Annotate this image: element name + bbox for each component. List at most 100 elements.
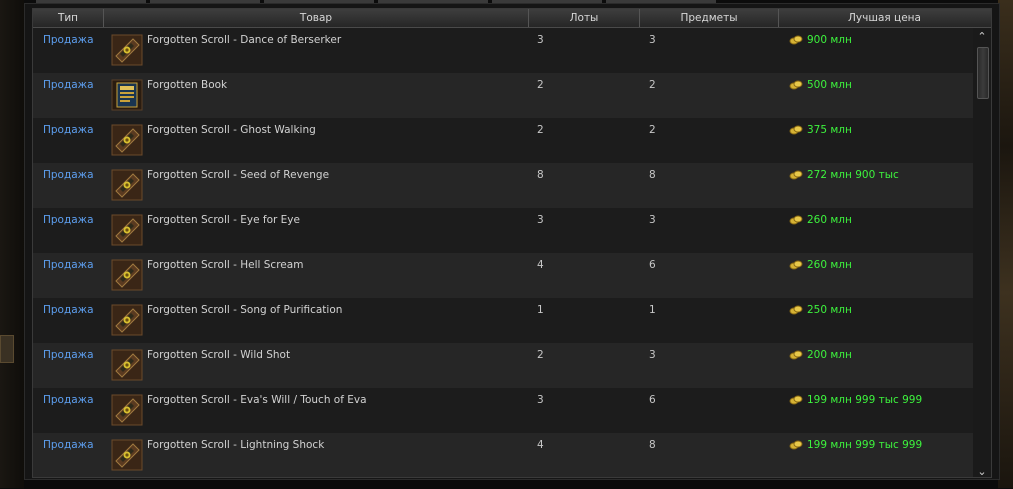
scroll-icon [111, 169, 143, 201]
lots-count: 3 [537, 34, 544, 46]
scrollbar[interactable]: ⌃ ⌄ [975, 28, 989, 478]
items-count: 3 [649, 214, 656, 226]
item-name: Forgotten Scroll - Ghost Walking [147, 124, 316, 136]
items-count: 3 [649, 34, 656, 46]
listing-type-link[interactable]: Продажа [43, 79, 94, 92]
scroll-icon [111, 439, 143, 471]
scrollbar-track[interactable] [978, 45, 986, 463]
price-value: 900 млн [807, 34, 852, 46]
lots-count: 2 [537, 349, 544, 361]
items-count: 8 [649, 439, 656, 451]
column-header-items[interactable]: Предметы [640, 9, 779, 27]
adena-coin-icon [789, 395, 803, 409]
scroll-icon [111, 349, 143, 381]
price-value: 250 млн [807, 304, 852, 316]
lots-count: 4 [537, 259, 544, 271]
auction-panel: Тип Товар Лоты Предметы Лучшая цена Прод… [24, 3, 1000, 480]
listing-type-link[interactable]: Продажа [43, 169, 94, 182]
adena-coin-icon [789, 260, 803, 274]
column-header-lots[interactable]: Лоты [529, 9, 640, 27]
book-icon [111, 79, 143, 111]
items-count: 3 [649, 349, 656, 361]
lots-count: 3 [537, 394, 544, 406]
table-row[interactable]: Продажа Forgotten Scroll - Lightning Shoc… [33, 433, 973, 477]
lots-count: 2 [537, 124, 544, 136]
item-name: Forgotten Scroll - Eva's Will / Touch of… [147, 394, 367, 406]
item-name: Forgotten Scroll - Seed of Revenge [147, 169, 330, 181]
listing-type-link[interactable]: Продажа [43, 304, 94, 317]
chevron-down-icon[interactable]: ⌄ [975, 466, 989, 478]
price-value: 260 млн [807, 214, 852, 226]
item-name: Forgotten Scroll - Lightning Shock [147, 439, 325, 451]
background-left [0, 0, 24, 488]
table-row[interactable]: Продажа Forgotten Scroll - Ghost Walking 2… [33, 118, 973, 163]
best-price: 375 млн [789, 124, 852, 139]
best-price: 500 млн [789, 79, 852, 94]
price-value: 375 млн [807, 124, 852, 136]
listing-type-link[interactable]: Продажа [43, 439, 94, 452]
lots-count: 1 [537, 304, 544, 316]
scroll-icon [111, 214, 143, 246]
table-row[interactable]: Продажа Forgotten Scroll - Hell Scream 4 6 2… [33, 253, 973, 298]
decor-ornament [0, 335, 14, 363]
listing-type-link[interactable]: Продажа [43, 394, 94, 407]
column-header-item[interactable]: Товар [104, 9, 529, 27]
lots-count: 3 [537, 214, 544, 226]
items-count: 6 [649, 259, 656, 271]
price-value: 199 млн 999 тыс 999 [807, 394, 923, 406]
lots-count: 8 [537, 169, 544, 181]
table-row[interactable]: Продажа Forgotten Scroll - Dance of Berse… [33, 28, 973, 73]
price-value: 500 млн [807, 79, 852, 91]
scroll-icon [111, 394, 143, 426]
scroll-icon [111, 124, 143, 156]
scroll-icon [111, 34, 143, 66]
price-value: 260 млн [807, 259, 852, 271]
items-count: 1 [649, 304, 656, 316]
item-name: Forgotten Book [147, 79, 228, 91]
chevron-up-icon[interactable]: ⌃ [975, 31, 989, 43]
best-price: 272 млн 900 тыс [789, 169, 899, 184]
table-row[interactable]: Продажа Forgotten Scroll - Seed of Reveng… [33, 163, 973, 208]
scroll-icon [111, 304, 143, 336]
price-value: 199 млн 999 тыс 999 [807, 439, 923, 451]
table-row[interactable]: Продажа Forgotten Scroll - Wild Shot 2 3 200… [33, 343, 973, 388]
listing-type-link[interactable]: Продажа [43, 214, 94, 227]
adena-coin-icon [789, 170, 803, 184]
scroll-icon [111, 259, 143, 291]
best-price: 200 млн [789, 349, 852, 364]
listing-type-link[interactable]: Продажа [43, 259, 94, 272]
price-value: 200 млн [807, 349, 852, 361]
table-row[interactable]: Продажа Forgotten Scroll - Song of Purifi… [33, 298, 973, 343]
listing-type-link[interactable]: Продажа [43, 34, 94, 47]
adena-coin-icon [789, 35, 803, 49]
item-name: Forgotten Scroll - Hell Scream [147, 259, 304, 271]
item-name: Forgotten Scroll - Dance of Berserker [147, 34, 342, 46]
item-name: Forgotten Scroll - Eye for Eye [147, 214, 300, 226]
item-name: Forgotten Scroll - Wild Shot [147, 349, 291, 361]
listing-table: Тип Товар Лоты Предметы Лучшая цена Прод… [32, 8, 992, 478]
table-row[interactable]: Продажа Forgotten Scroll - Eva's Will / T… [33, 388, 973, 433]
column-header-type[interactable]: Тип [33, 9, 104, 27]
items-count: 2 [649, 124, 656, 136]
table-row[interactable]: Продажа Forgotten Scroll - Eye for Eye 3 3 2… [33, 208, 973, 253]
background-right [998, 0, 1013, 488]
scrollbar-thumb[interactable] [977, 47, 989, 99]
adena-coin-icon [789, 440, 803, 454]
best-price: 199 млн 999 тыс 999 [789, 394, 922, 409]
items-count: 6 [649, 394, 656, 406]
listing-type-link[interactable]: Продажа [43, 124, 94, 137]
table-body: Продажа Forgotten Scroll - Dance of Berse… [33, 28, 973, 477]
item-name: Forgotten Scroll - Song of Purification [147, 304, 343, 316]
column-header-best-price[interactable]: Лучшая цена [779, 9, 990, 27]
table-header: Тип Товар Лоты Предметы Лучшая цена [33, 9, 991, 28]
items-count: 8 [649, 169, 656, 181]
adena-coin-icon [789, 215, 803, 229]
lots-count: 4 [537, 439, 544, 451]
items-count: 2 [649, 79, 656, 91]
lots-count: 2 [537, 79, 544, 91]
listing-type-link[interactable]: Продажа [43, 349, 94, 362]
best-price: 900 млн [789, 34, 852, 49]
best-price: 199 млн 999 тыс 999 [789, 439, 922, 454]
table-row[interactable]: Продажа Forgotten Book 2 2 500 млн [33, 73, 973, 118]
adena-coin-icon [789, 305, 803, 319]
